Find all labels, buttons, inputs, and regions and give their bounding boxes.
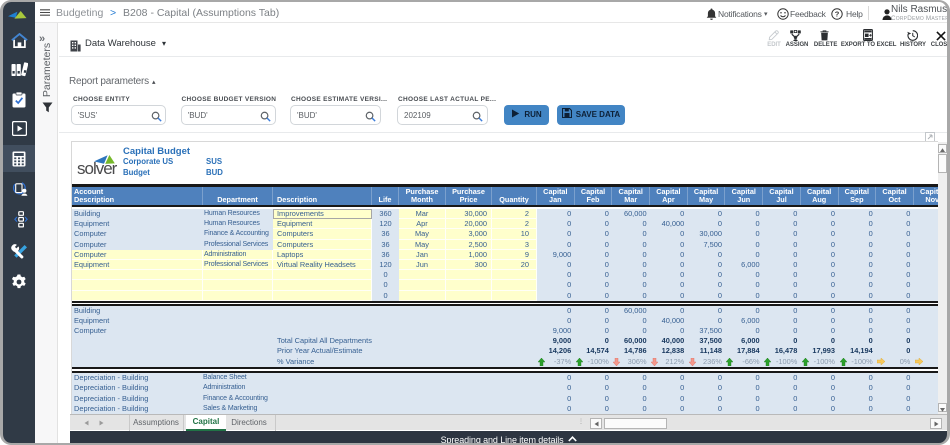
svg-text:?: ? xyxy=(835,10,840,19)
